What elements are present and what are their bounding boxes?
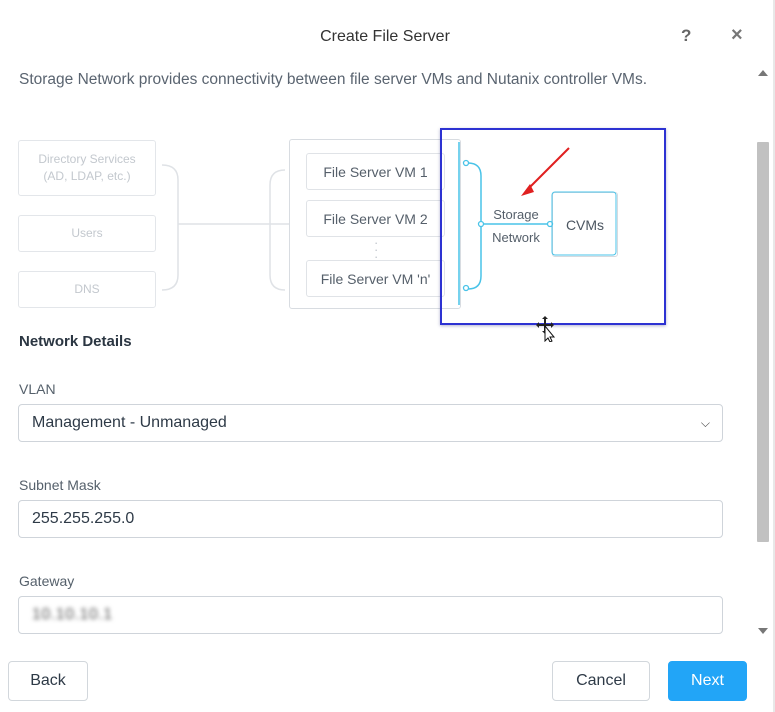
scrollbar[interactable] bbox=[754, 66, 772, 642]
move-cursor-icon bbox=[536, 316, 556, 347]
gateway-label: Gateway bbox=[19, 573, 75, 589]
scrollbar-thumb[interactable] bbox=[757, 142, 769, 542]
ellipsis-dots: · · · bbox=[374, 235, 379, 264]
file-server-vm-n-box: File Server VM 'n' bbox=[306, 260, 445, 297]
file-server-vm-2-box: File Server VM 2 bbox=[306, 200, 445, 237]
directory-services-box: Directory Services (AD, LDAP, etc.) bbox=[18, 140, 156, 196]
users-box: Users bbox=[18, 215, 156, 252]
next-button[interactable]: Next bbox=[668, 661, 747, 701]
description-text: Storage Network provides connectivity be… bbox=[19, 71, 648, 88]
help-icon[interactable]: ? bbox=[681, 26, 691, 46]
subnet-mask-value: 255.255.255.0 bbox=[32, 510, 135, 527]
vlan-select[interactable]: Management - Unmanaged ⌵ bbox=[18, 404, 723, 442]
dialog-footer: Back Cancel Next bbox=[0, 648, 775, 712]
highlight-rectangle bbox=[440, 128, 666, 325]
close-icon[interactable]: × bbox=[731, 24, 743, 47]
dialog-header: Create File Server ? × bbox=[0, 0, 775, 60]
subnet-mask-input[interactable]: 255.255.255.0 bbox=[18, 500, 723, 538]
scroll-down-icon[interactable] bbox=[758, 628, 768, 634]
back-button[interactable]: Back bbox=[8, 661, 88, 701]
subnet-mask-label: Subnet Mask bbox=[19, 477, 101, 493]
vlan-value: Management - Unmanaged bbox=[32, 414, 227, 431]
gateway-value: 10.10.10.1 bbox=[32, 606, 113, 623]
scroll-up-icon[interactable] bbox=[758, 70, 768, 76]
chevron-down-icon: ⌵ bbox=[700, 416, 710, 430]
gateway-input[interactable]: 10.10.10.1 bbox=[18, 596, 723, 634]
dns-box: DNS bbox=[18, 271, 156, 308]
dialog-title: Create File Server bbox=[320, 28, 450, 45]
file-server-vm-1-box: File Server VM 1 bbox=[306, 153, 445, 190]
network-details-heading: Network Details bbox=[19, 333, 132, 350]
vlan-label: VLAN bbox=[19, 381, 56, 397]
cancel-button[interactable]: Cancel bbox=[552, 661, 650, 701]
